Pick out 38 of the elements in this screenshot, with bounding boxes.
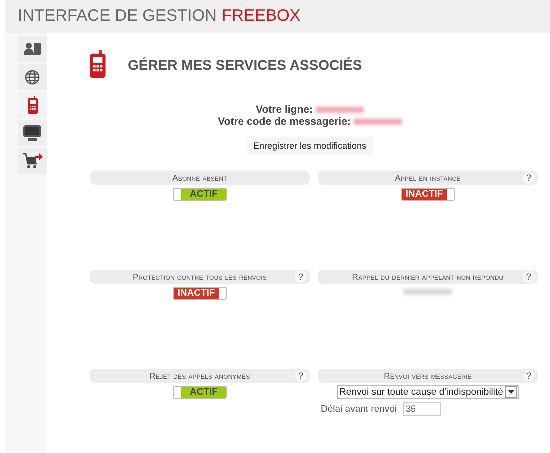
- delay-input[interactable]: 35: [403, 402, 442, 416]
- redacted-number: [316, 107, 364, 113]
- help-button[interactable]: ?: [295, 370, 307, 382]
- page-title: GÉRER MES SERVICES ASSOCIÉS: [128, 57, 362, 73]
- voicemail-code-label: Votre code de messagerie:: [218, 116, 351, 128]
- toggle-switch[interactable]: ACTIF: [173, 386, 227, 399]
- help-button[interactable]: ?: [523, 370, 535, 382]
- redacted-value: [403, 289, 453, 295]
- service-title: Appel en instance: [395, 173, 461, 183]
- service-title: Abonne absent: [172, 173, 228, 183]
- save-button[interactable]: Enregistrer les modifications: [247, 137, 373, 155]
- people-icon: [24, 42, 42, 56]
- brand-name: FREEBOX: [222, 7, 301, 26]
- toggle-switch[interactable]: INACTIF: [400, 188, 456, 201]
- mobile-phone-icon: [90, 50, 106, 78]
- toggle-switch[interactable]: INACTIF: [172, 287, 228, 300]
- service-title: Rappel du dernier appelant non repondu: [352, 272, 504, 282]
- mobile-phone-icon: [28, 96, 38, 114]
- delay-label: Délai avant renvoi: [321, 404, 398, 414]
- line-label: Votre ligne:: [256, 104, 313, 116]
- sidebar-item[interactable]: [18, 64, 47, 90]
- help-button[interactable]: ?: [523, 271, 535, 283]
- help-button[interactable]: ?: [523, 172, 535, 184]
- help-button[interactable]: ?: [295, 271, 307, 283]
- forward-select[interactable]: Renvoi sur toute cause d'indisponibilité: [336, 385, 520, 399]
- sidebar-item[interactable]: [18, 92, 47, 118]
- sidebar-item[interactable]: [18, 148, 47, 174]
- cart-icon: [22, 152, 42, 170]
- sidebar-item[interactable]: [18, 120, 47, 146]
- monitor-icon: [23, 125, 42, 141]
- app-title: INTERFACE DE GESTION: [18, 7, 217, 26]
- service-title: Rejet des appels anonymes: [150, 371, 250, 381]
- service-title: Protection contre tous les renvois: [132, 272, 268, 282]
- toggle-switch[interactable]: ACTIF: [173, 188, 227, 201]
- redacted-code: [354, 119, 402, 125]
- service-title: Renvoi vers messagerie: [384, 371, 472, 381]
- sidebar-item[interactable]: [18, 36, 47, 62]
- globe-icon: [25, 70, 40, 84]
